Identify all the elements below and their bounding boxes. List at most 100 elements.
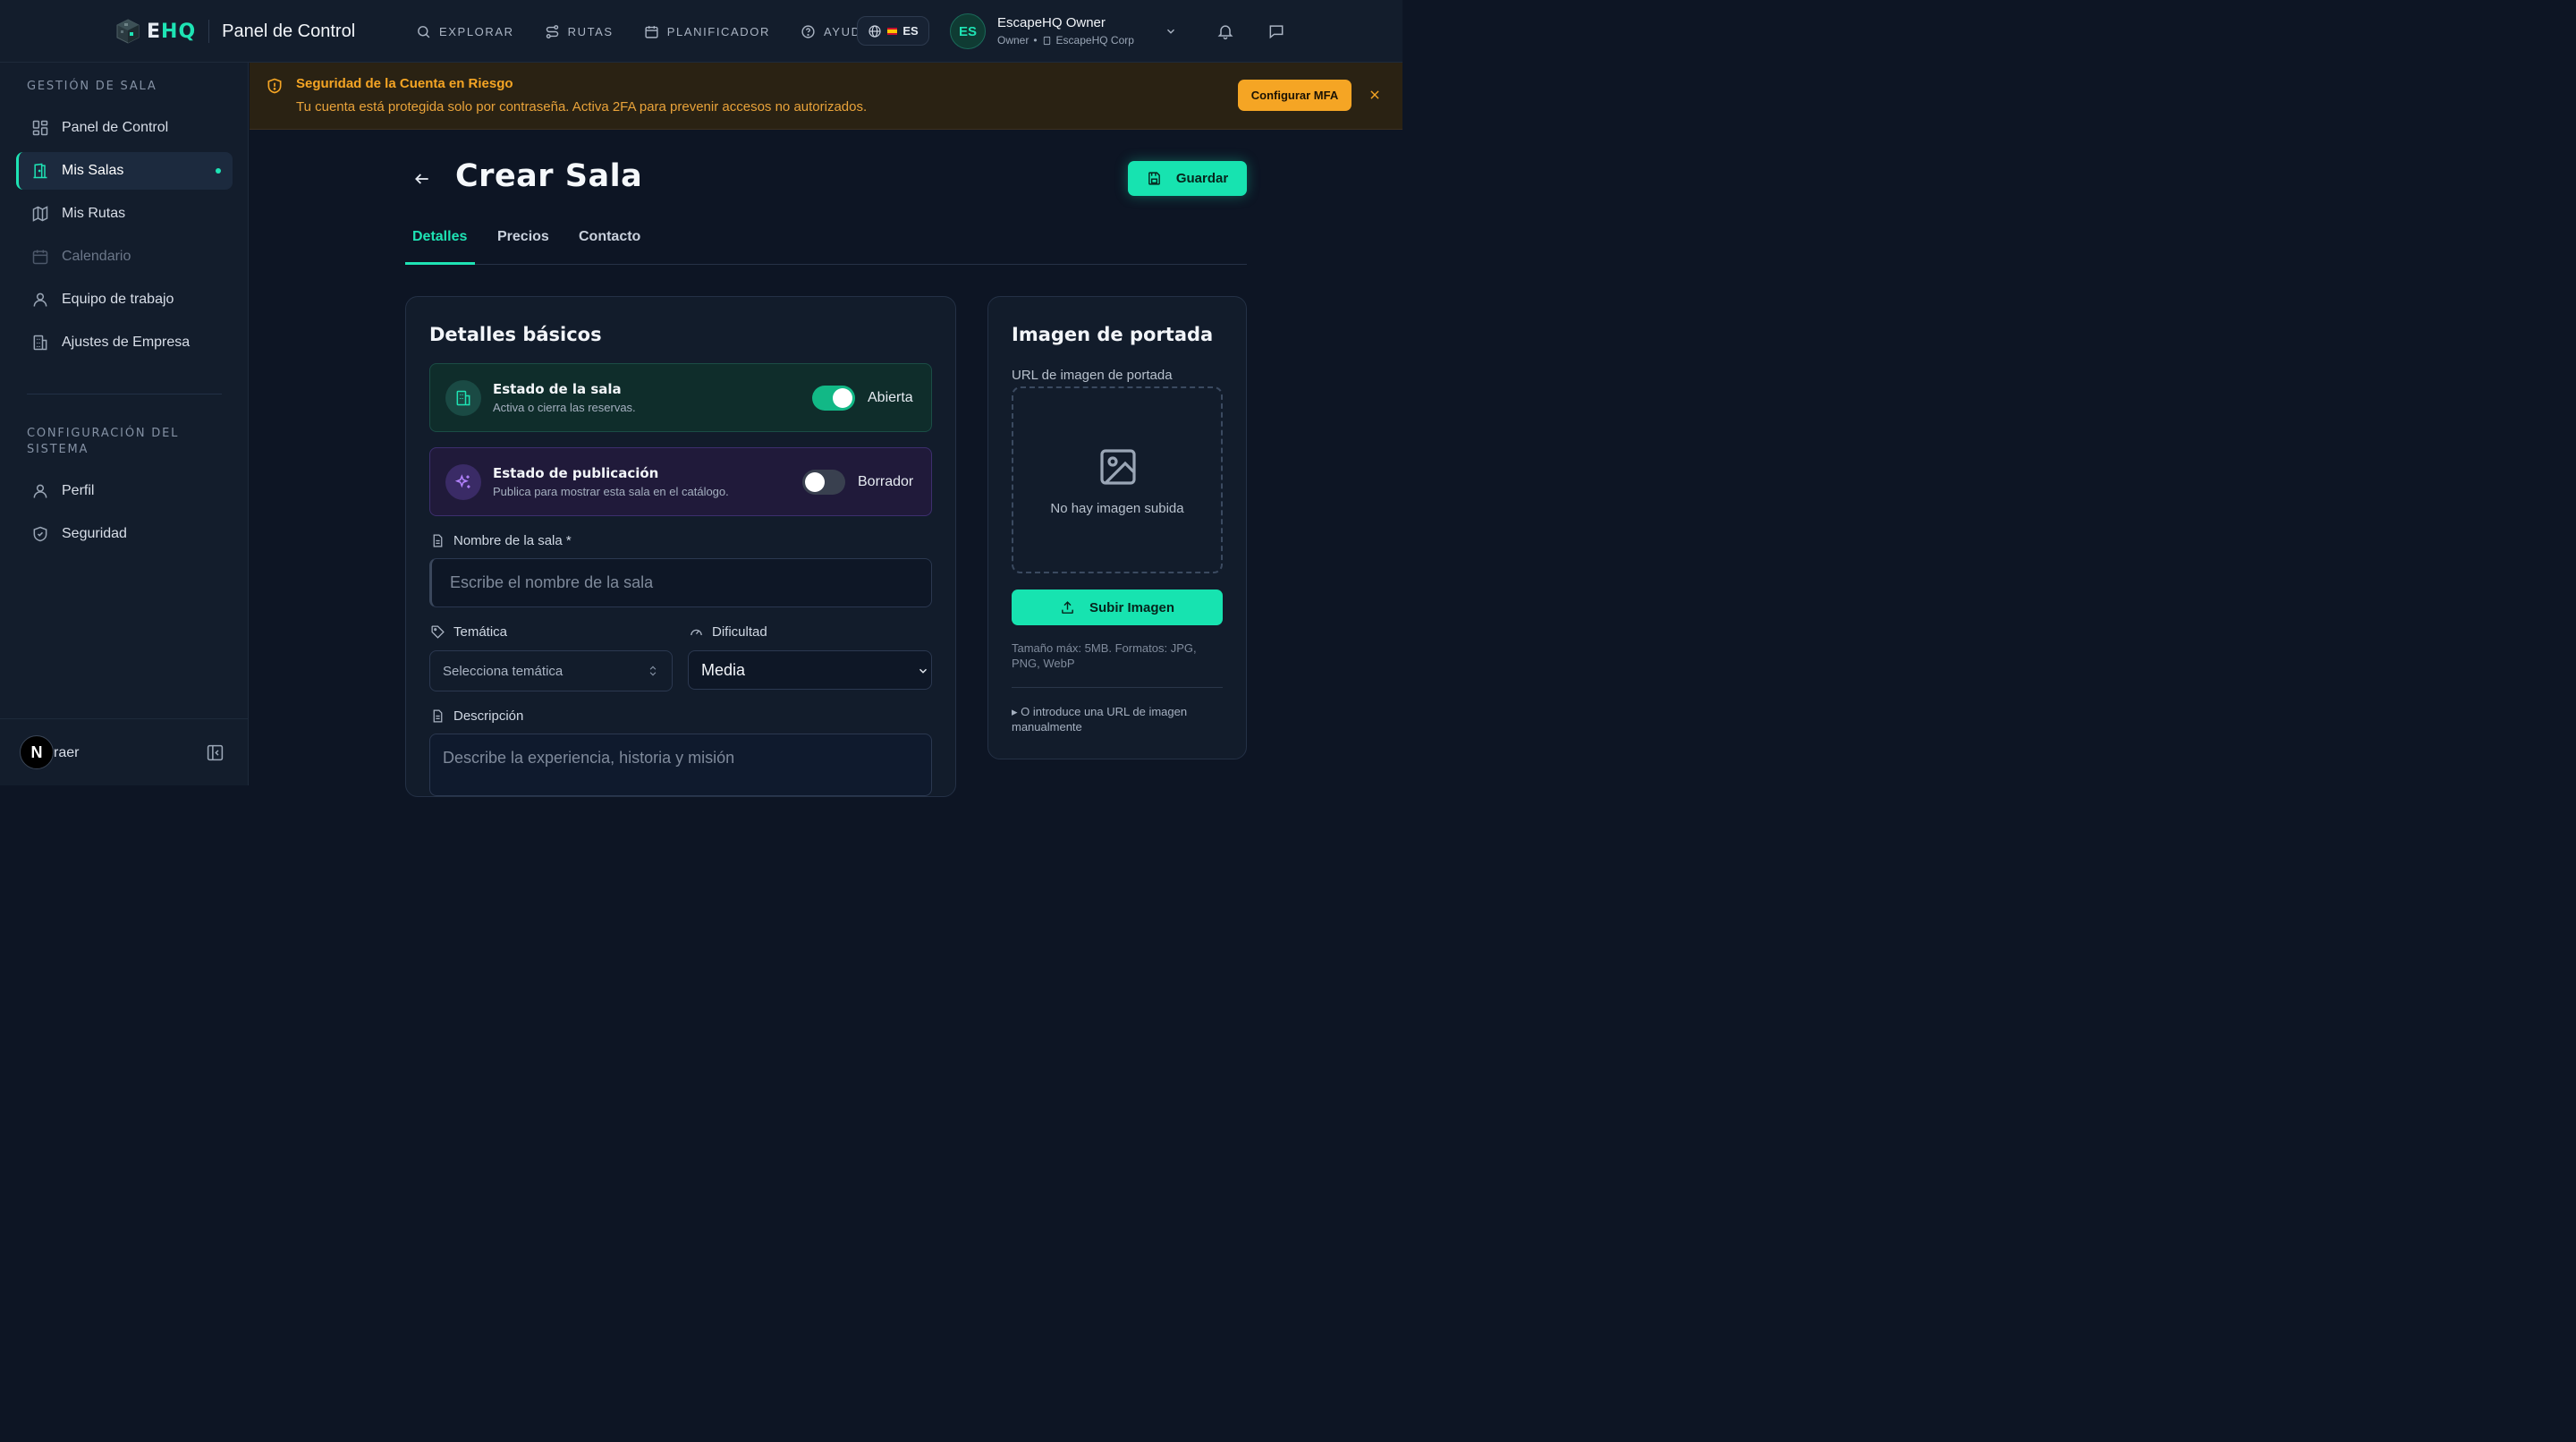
top-bar: EHQ Panel de Control EXPLORAR RUTAS PLAN… bbox=[0, 0, 1402, 63]
help-circle-icon bbox=[801, 24, 815, 38]
sidebar-item-mis-salas[interactable]: Mis Salas bbox=[16, 152, 233, 190]
nav-label: EXPLORAR bbox=[439, 24, 514, 38]
sidebar-item-label: Mis Salas bbox=[62, 163, 124, 178]
user-icon bbox=[33, 293, 47, 307]
card-title: Imagen de portada bbox=[1012, 324, 1214, 345]
page-title: Crear Sala bbox=[455, 158, 643, 194]
save-icon bbox=[1148, 172, 1160, 185]
difficulty-label: Dificultad bbox=[689, 624, 767, 640]
search-icon bbox=[418, 25, 430, 38]
route-icon bbox=[546, 24, 558, 38]
chevron-down-icon[interactable] bbox=[1165, 25, 1177, 38]
theme-select-value: Selecciona temática bbox=[443, 663, 564, 679]
sidebar-collapse-icon[interactable] bbox=[206, 743, 225, 762]
field-label-text: Descripción bbox=[453, 708, 524, 724]
logo-cube-icon bbox=[116, 19, 140, 44]
room-status-toggle[interactable] bbox=[812, 386, 855, 411]
sidebar-item-label: Ajustes de Empresa bbox=[62, 335, 191, 350]
sidebar: GESTIÓN DE SALA Panel de Control Mis Sal… bbox=[0, 63, 249, 785]
field-label-text: Nombre de la sala * bbox=[453, 533, 572, 548]
bell-icon[interactable] bbox=[1216, 22, 1234, 40]
publish-status-subtitle: Publica para mostrar esta sala en el cat… bbox=[493, 485, 729, 498]
description-label: Descripción bbox=[430, 708, 523, 724]
save-button[interactable]: Guardar bbox=[1128, 161, 1247, 196]
sidebar-item-label: Panel de Control bbox=[62, 120, 169, 135]
sidebar-item-label: Perfil bbox=[62, 483, 95, 498]
gauge-icon bbox=[691, 629, 702, 636]
back-arrow-icon[interactable] bbox=[413, 170, 431, 188]
alert-message: Tu cuenta está protegida solo por contra… bbox=[296, 99, 868, 115]
close-icon[interactable] bbox=[1368, 89, 1381, 101]
tab-detalles[interactable]: Detalles bbox=[412, 229, 467, 245]
tab-contacto[interactable]: Contacto bbox=[579, 229, 640, 245]
user-icon bbox=[33, 484, 47, 498]
language-selector[interactable]: ES bbox=[857, 16, 929, 46]
tab-precios[interactable]: Precios bbox=[497, 229, 549, 245]
image-placeholder-icon bbox=[1100, 449, 1136, 485]
collapse-label[interactable]: raer bbox=[54, 745, 79, 761]
room-name-label: Nombre de la sala * bbox=[430, 533, 572, 548]
avatar[interactable]: ES bbox=[950, 13, 986, 49]
description-textarea[interactable]: Describe la experiencia, historia y misi… bbox=[429, 734, 932, 796]
shield-icon bbox=[33, 526, 47, 542]
publish-status-toggle[interactable] bbox=[802, 470, 845, 495]
brand-name: EHQ bbox=[147, 20, 197, 43]
sidebar-item-label: Equipo de trabajo bbox=[62, 292, 174, 307]
image-dropzone[interactable]: No hay imagen subida bbox=[1012, 386, 1223, 573]
card-title: Detalles básicos bbox=[429, 324, 602, 345]
theme-select[interactable]: Selecciona temática bbox=[429, 650, 673, 691]
brand[interactable]: EHQ Panel de Control bbox=[114, 16, 355, 47]
brand-divider bbox=[208, 20, 210, 43]
sidebar-item-panel[interactable]: Panel de Control bbox=[16, 109, 233, 147]
spain-flag-icon bbox=[887, 27, 898, 35]
alert-title: Seguridad de la Cuenta en Riesgo bbox=[296, 76, 513, 91]
sidebar-item-calendario: Calendario bbox=[16, 238, 233, 276]
room-status-title: Estado de la sala bbox=[493, 381, 622, 397]
sidebar-item-equipo[interactable]: Equipo de trabajo bbox=[16, 281, 233, 318]
message-icon[interactable] bbox=[1267, 22, 1285, 40]
cover-image-card: Imagen de portada URL de imagen de porta… bbox=[987, 296, 1247, 759]
user-separator: • bbox=[1033, 34, 1038, 47]
publish-status-icon-wrap bbox=[445, 464, 481, 500]
card-divider bbox=[1012, 687, 1223, 688]
sidebar-section-configuracion: CONFIGURACIÓN DEL SISTEMA bbox=[27, 427, 180, 456]
nav-planificador[interactable]: PLANIFICADOR bbox=[644, 24, 770, 39]
sidebar-item-ajustes-empresa[interactable]: Ajustes de Empresa bbox=[16, 324, 233, 361]
brand-title: Panel de Control bbox=[222, 21, 356, 41]
difficulty-select-value: Media bbox=[701, 660, 746, 679]
publish-status-box: Estado de publicación Publica para mostr… bbox=[429, 447, 932, 516]
user-company: EscapeHQ Corp bbox=[1055, 34, 1134, 47]
chevron-up-down-icon bbox=[649, 666, 657, 676]
chevron-down-icon bbox=[919, 668, 927, 674]
nav-label: RUTAS bbox=[567, 24, 614, 38]
room-name-input[interactable]: Escribe el nombre de la sala bbox=[429, 558, 932, 607]
dev-badge[interactable]: N bbox=[20, 735, 54, 769]
user-name[interactable]: EscapeHQ Owner bbox=[997, 15, 1106, 30]
upload-image-button[interactable]: Subir Imagen bbox=[1012, 590, 1223, 625]
sidebar-item-label: Mis Rutas bbox=[62, 206, 126, 221]
toggle-knob bbox=[833, 388, 852, 408]
sidebar-item-seguridad[interactable]: Seguridad bbox=[16, 515, 233, 553]
nav-label: PLANIFICADOR bbox=[666, 24, 770, 38]
basic-details-card: Detalles básicos Estado de la sala Activ… bbox=[405, 296, 956, 797]
nav-rutas[interactable]: RUTAS bbox=[545, 24, 614, 39]
field-label-text: Temática bbox=[453, 624, 508, 640]
sidebar-footer: raer N bbox=[0, 718, 249, 785]
sidebar-item-mis-rutas[interactable]: Mis Rutas bbox=[16, 195, 233, 233]
building-icon bbox=[33, 335, 47, 351]
nav-explorar[interactable]: EXPLORAR bbox=[416, 24, 514, 39]
calendar-icon bbox=[645, 25, 658, 38]
active-tab-indicator bbox=[405, 262, 475, 265]
sidebar-item-perfil[interactable]: Perfil bbox=[16, 472, 233, 510]
upload-label: Subir Imagen bbox=[1089, 599, 1175, 615]
room-status-icon-wrap bbox=[445, 380, 481, 416]
language-code: ES bbox=[902, 24, 919, 38]
difficulty-select[interactable]: Media bbox=[688, 650, 932, 690]
theme-label: Temática bbox=[430, 624, 507, 640]
room-status-value: Abierta bbox=[868, 390, 913, 405]
manual-url-toggle[interactable]: ▸ O introduce una URL de imagen manualme… bbox=[1012, 704, 1223, 734]
map-icon bbox=[32, 206, 48, 222]
no-image-text: No hay imagen subida bbox=[1050, 501, 1184, 516]
configure-mfa-button[interactable]: Configurar MFA bbox=[1238, 80, 1352, 111]
room-status-subtitle: Activa o cierra las reservas. bbox=[493, 401, 636, 414]
